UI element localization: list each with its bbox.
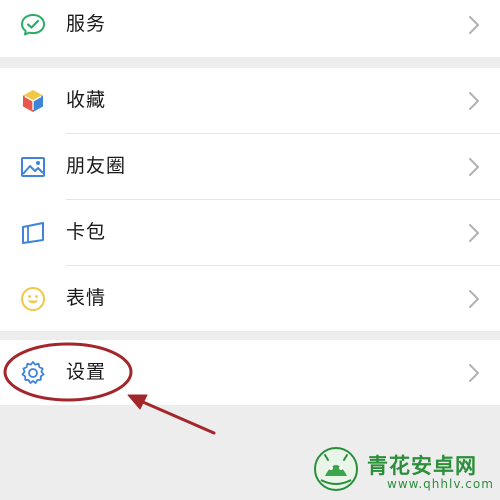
chevron-right-icon xyxy=(468,290,480,308)
gear-icon xyxy=(19,359,47,387)
chevron-right-icon xyxy=(468,92,480,110)
watermark-url: www.qhhlv.com xyxy=(387,477,494,491)
menu-row-label: 朋友圈 xyxy=(66,155,127,177)
watermark-title: 青花安卓网 xyxy=(367,454,477,478)
watermark-logo-icon xyxy=(314,447,358,491)
chevron-right-icon xyxy=(468,224,480,242)
menu-row-label: 服务 xyxy=(66,13,107,35)
menu-row-label: 收藏 xyxy=(66,89,107,111)
menu-row-stickers[interactable]: 表情 xyxy=(0,266,500,331)
chevron-right-icon xyxy=(468,16,480,34)
menu-row-services[interactable]: 服务 xyxy=(0,0,500,57)
menu-row-cards[interactable]: 卡包 xyxy=(0,200,500,265)
menu-row-label: 卡包 xyxy=(66,221,107,243)
me-page: 服务 收藏 朋友圈 卡包 表情 设置 青花安卓网 www.qhhlv.com xyxy=(0,0,500,500)
settings-group: 设置 xyxy=(0,340,500,405)
smile-icon xyxy=(19,285,47,313)
chevron-right-icon xyxy=(468,364,480,382)
menu-row-label: 设置 xyxy=(66,361,107,383)
menu-row-moments[interactable]: 朋友圈 xyxy=(0,134,500,199)
menu-row-label: 表情 xyxy=(66,287,107,309)
card-icon xyxy=(19,219,47,247)
services-icon xyxy=(19,11,47,39)
picture-icon xyxy=(19,153,47,181)
cube-icon xyxy=(19,87,47,115)
watermark: 青花安卓网 www.qhhlv.com xyxy=(305,446,500,500)
chevron-right-icon xyxy=(468,158,480,176)
services-group: 服务 xyxy=(0,0,500,57)
features-group: 收藏 朋友圈 卡包 表情 xyxy=(0,68,500,331)
menu-row-settings[interactable]: 设置 xyxy=(0,340,500,405)
menu-row-favorites[interactable]: 收藏 xyxy=(0,68,500,133)
